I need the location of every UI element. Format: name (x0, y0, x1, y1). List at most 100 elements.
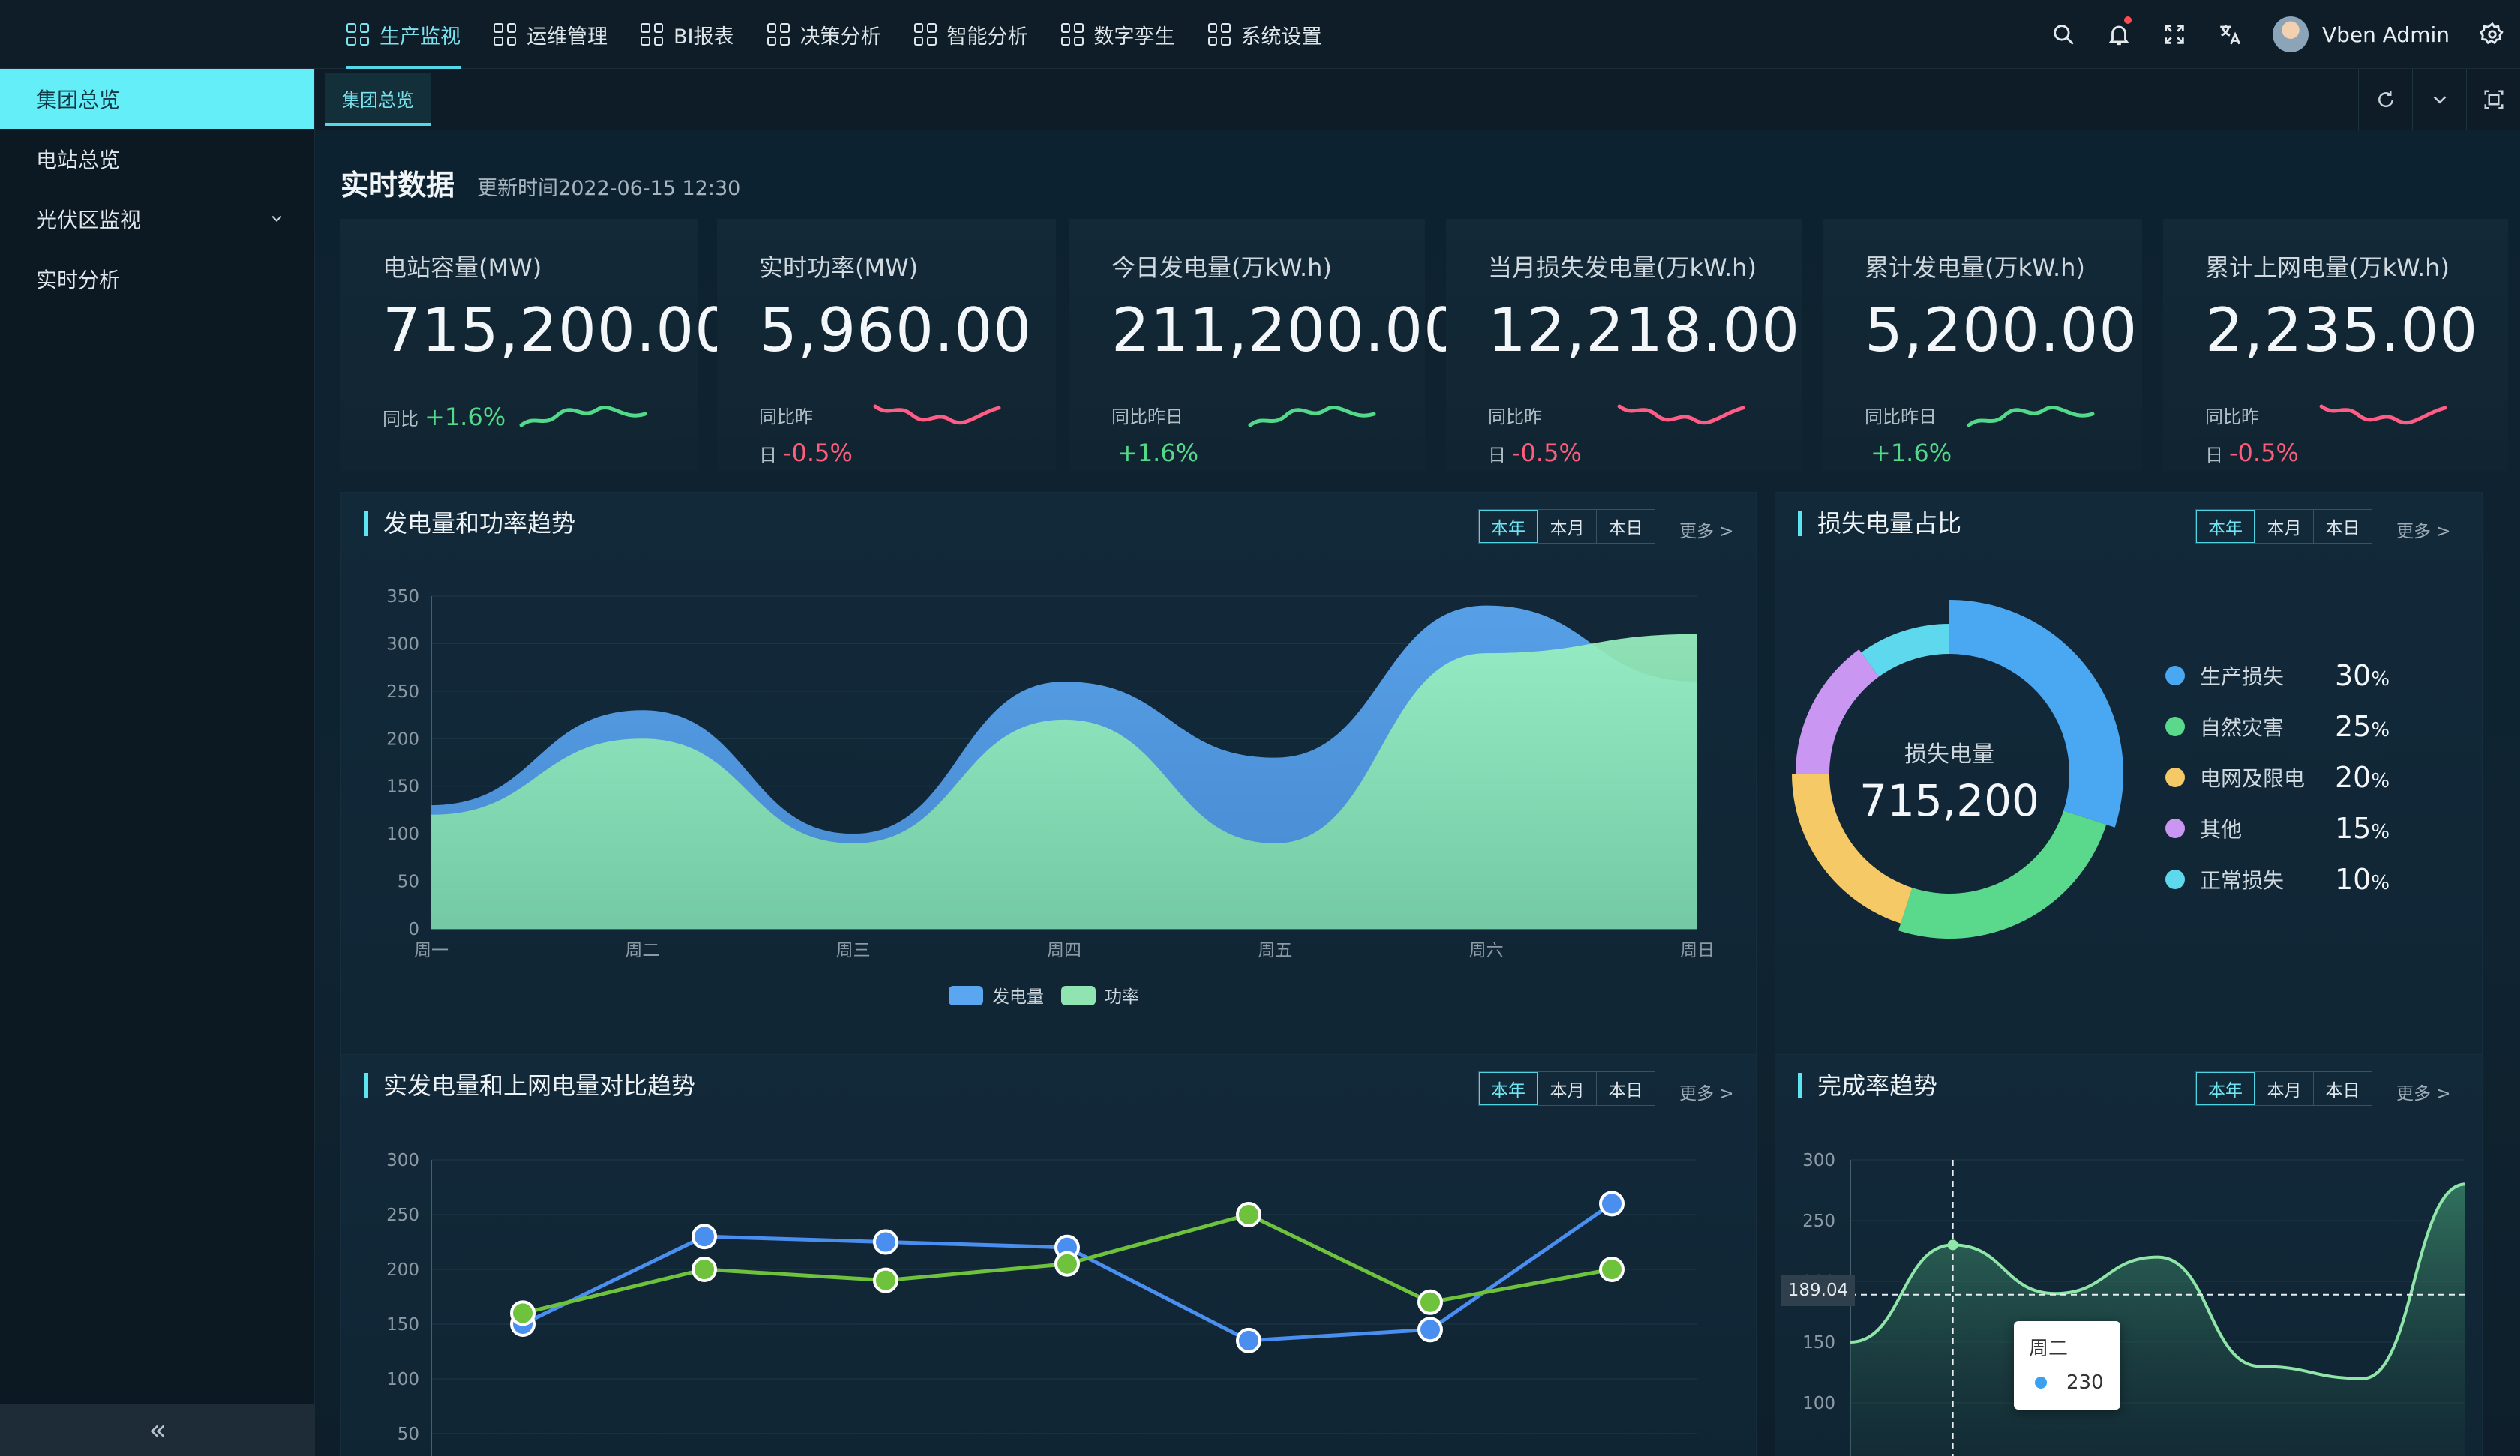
stat-compare: 同比昨日 +1.6% (1112, 399, 1216, 473)
generation-trend-chart: 0 50 100 150 200 250 300 350 周一 周二 周三 周四 周五 周六 周日发电量 功率 (386, 587, 1714, 1007)
stat-card: 累计发电量(万kW.h) 5,200.00 同比昨日 +1.6% (1822, 219, 2142, 471)
sidebar-item-realtime-analysis[interactable]: 实时分析 (0, 249, 314, 309)
completion-rate-chart: 100150200250300 (1802, 1151, 2466, 1456)
y-tick-label: 250 (1802, 1212, 1835, 1231)
legend-value: 30% (2335, 659, 2390, 692)
nav-label: 智能分析 (946, 25, 1028, 49)
legend-number: 30 (2335, 659, 2372, 692)
stat-card: 实时功率(MW) 5,960.00 同比昨日 -0.5% (717, 219, 1056, 471)
sidebar-item-pv-monitor[interactable]: 光伏区监视 (0, 189, 314, 249)
nav-item-digital-twin[interactable]: 数字孪生 (1045, 0, 1192, 69)
stat-compare: 同比昨日 +1.6% (1864, 399, 1970, 473)
gear-icon (2480, 22, 2504, 45)
tab-label: 集团总览 (342, 89, 414, 111)
line-point (1418, 1289, 1443, 1315)
x-tick-label: 周三 (836, 941, 871, 960)
chart-tooltip: 周二 230 (2014, 1321, 2120, 1410)
y-tick-label: 100 (1802, 1394, 1835, 1413)
nav-label: 系统设置 (1240, 25, 1322, 49)
legend-dot (2165, 666, 2185, 685)
legend-value: 25% (2335, 710, 2390, 743)
line-point (1236, 1327, 1262, 1353)
sparkline-up (1966, 406, 2095, 427)
refresh-icon (2378, 91, 2393, 108)
stat-value: 211,200.00 (1112, 295, 1463, 365)
nav-item-operations[interactable]: 运维管理 (477, 0, 624, 69)
notification-dot (2123, 16, 2132, 24)
nav-label: BI报表 (674, 25, 734, 49)
bell-icon (2108, 25, 2129, 46)
compare-label: 同比 (382, 409, 418, 430)
y-tick-label: 300 (386, 1151, 419, 1170)
period-year-button[interactable]: 本年 (2196, 510, 2254, 543)
sidebar-item-group-overview[interactable]: 集团总览 (0, 69, 314, 129)
grid-icon (640, 23, 663, 46)
fullscreen-icon (2164, 25, 2184, 44)
legend-dot (2165, 768, 2185, 787)
tab-group-overview[interactable]: 集团总览 (326, 73, 430, 126)
line-point (1236, 1202, 1262, 1227)
x-tick-label: 周五 (1258, 941, 1292, 960)
search-button[interactable] (2036, 0, 2091, 69)
legend-label: 发电量 (992, 987, 1044, 1007)
stat-card: 累计上网电量(万kW.h) 2,235.00 同比昨日 -0.5% (2163, 219, 2508, 471)
crosshair-y-label: 189.04 (1781, 1275, 1855, 1306)
compare-pct: -0.5% (2229, 439, 2299, 467)
tab-dropdown-button[interactable] (2412, 69, 2466, 130)
stat-cards: 电站容量(MW) 715,200.00 同比 +1.6% 实时功率(MW) 5,9… (340, 219, 2508, 471)
more-link[interactable]: 更多 > (2396, 517, 2451, 542)
avatar (2272, 16, 2308, 52)
refresh-button[interactable] (2358, 69, 2412, 130)
double-chevron-left-icon: « (148, 1413, 166, 1446)
nav-item-intelligence[interactable]: 智能分析 (898, 0, 1045, 69)
period-toggle: 本年 本月 本日 (2195, 509, 2372, 544)
legend-item: 自然灾害 25% (2165, 701, 2435, 752)
compare-pct: +1.6% (424, 403, 506, 431)
compare-pct: -0.5% (783, 439, 853, 467)
x-tick-label: 周二 (625, 941, 659, 960)
main-nav: 生产监视 运维管理 BI报表 决策分析 智能分析 数字孪生 系统设置 (330, 0, 1339, 69)
loss-ratio-donut: 损失电量 715,200 (1792, 600, 2123, 939)
top-navbar: 生产监视 运维管理 BI报表 决策分析 智能分析 数字孪生 系统设置 Vben … (0, 0, 2520, 69)
nav-item-settings[interactable]: 系统设置 (1192, 0, 1339, 69)
settings-button[interactable] (2464, 0, 2520, 69)
legend-dot (2165, 870, 2185, 889)
stat-label: 电站容量(MW) (382, 253, 542, 282)
stat-label: 累计上网电量(万kW.h) (2205, 253, 2450, 282)
legend-label: 其他 (2200, 817, 2242, 842)
nav-item-bi-report[interactable]: BI报表 (624, 0, 751, 69)
translate-icon (2220, 25, 2240, 45)
content-fullscreen-button[interactable] (2466, 69, 2520, 130)
legend-number: 25 (2335, 710, 2372, 743)
user-menu[interactable]: Vben Admin (2258, 0, 2464, 69)
y-tick-label: 100 (386, 825, 419, 844)
line-point (692, 1224, 717, 1250)
y-tick-label: 250 (386, 682, 419, 702)
legend-number: 10 (2335, 863, 2372, 896)
stat-label: 当月损失发电量(万kW.h) (1488, 253, 1756, 282)
period-day-button[interactable]: 本日 (2313, 510, 2372, 543)
y-tick-label: 50 (398, 873, 419, 892)
stat-compare: 同比昨日 -0.5% (759, 399, 864, 473)
legend-label: 功率 (1105, 987, 1139, 1007)
nav-item-decision[interactable]: 决策分析 (751, 0, 898, 69)
notification-button[interactable] (2091, 0, 2146, 69)
comparison-trend-chart: 50 100 150 200 250 300 (386, 1151, 1697, 1456)
period-month-button[interactable]: 本月 (2254, 510, 2313, 543)
legend-value: 10% (2335, 863, 2390, 896)
sidebar: 集团总览 电站总览 光伏区监视 实时分析 « (0, 69, 315, 1456)
legend-item: 正常损失 10% (2165, 854, 2435, 905)
x-tick-label: 周四 (1047, 941, 1082, 960)
legend-value: 15% (2335, 812, 2390, 845)
y-tick-label: 250 (386, 1206, 419, 1225)
stat-label: 累计发电量(万kW.h) (1864, 253, 2085, 282)
language-button[interactable] (2202, 0, 2258, 69)
sidebar-item-label: 电站总览 (36, 148, 121, 172)
sidebar-item-station-overview[interactable]: 电站总览 (0, 129, 314, 189)
y-tick-label: 200 (386, 729, 419, 749)
line-point (1599, 1191, 1624, 1217)
fullscreen-button[interactable] (2146, 0, 2202, 69)
nav-item-production[interactable]: 生产监视 (330, 0, 477, 69)
y-tick-label: 0 (408, 920, 419, 939)
sidebar-collapse-button[interactable]: « (0, 1404, 315, 1456)
